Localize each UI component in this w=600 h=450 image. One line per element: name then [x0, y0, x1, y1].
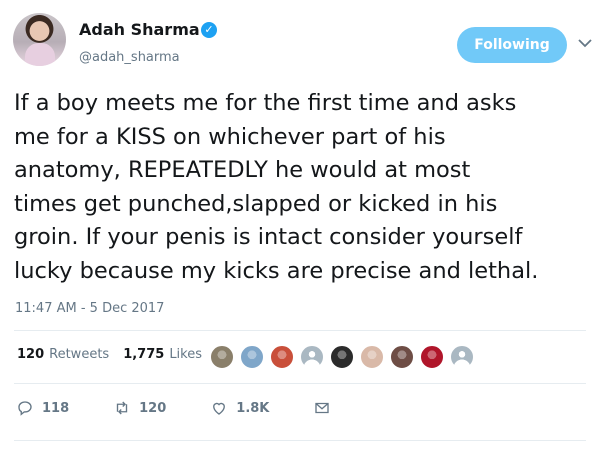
like-button[interactable]: 1.8K	[210, 399, 269, 417]
default-avatar-icon[interactable]	[450, 345, 474, 369]
liker-avatar[interactable]	[360, 345, 384, 369]
reply-count: 118	[42, 400, 70, 416]
mail-icon	[315, 402, 330, 414]
liker-avatars	[210, 345, 474, 369]
retweets-count: 120	[17, 347, 45, 362]
liker-avatar[interactable]	[270, 345, 294, 369]
likes-count: 1,775	[123, 347, 165, 362]
like-count: 1.8K	[236, 400, 270, 416]
liker-avatar[interactable]	[330, 345, 354, 369]
heart-icon	[213, 402, 226, 415]
divider	[14, 330, 586, 331]
verified-badge-icon: ✓	[201, 22, 217, 38]
liker-avatar[interactable]	[210, 345, 234, 369]
direct-message-button[interactable]	[313, 399, 339, 417]
reply-button[interactable]: 118	[16, 399, 69, 417]
avatar[interactable]	[13, 13, 66, 66]
retweet-icon	[116, 401, 128, 415]
following-button[interactable]: Following	[457, 27, 567, 63]
retweets-stat[interactable]: 120 Retweets	[17, 347, 109, 362]
tweet-actions: 118 120 1.8K	[16, 399, 339, 417]
liker-avatar[interactable]	[240, 345, 264, 369]
likes-stat[interactable]: 1,775 Likes	[123, 347, 202, 362]
likes-label: Likes	[169, 347, 203, 362]
reply-icon	[18, 401, 32, 416]
liker-avatar[interactable]	[390, 345, 414, 369]
divider	[14, 440, 586, 441]
user-name[interactable]: Adah Sharma	[79, 20, 200, 39]
divider	[14, 383, 586, 384]
tweet-text: If a boy meets me for the first time and…	[14, 90, 539, 284]
chevron-down-icon[interactable]	[578, 36, 592, 52]
retweets-label: Retweets	[49, 347, 110, 362]
default-avatar-icon[interactable]	[300, 345, 324, 369]
retweet-count: 120	[139, 400, 167, 416]
user-handle[interactable]: @adah_sharma	[79, 50, 180, 65]
liker-avatar[interactable]	[420, 345, 444, 369]
tweet-stats: 120 Retweets 1,775 Likes	[17, 347, 202, 362]
tweet-timestamp[interactable]: 11:47 AM - 5 Dec 2017	[15, 301, 164, 316]
retweet-button[interactable]: 120	[113, 399, 166, 417]
